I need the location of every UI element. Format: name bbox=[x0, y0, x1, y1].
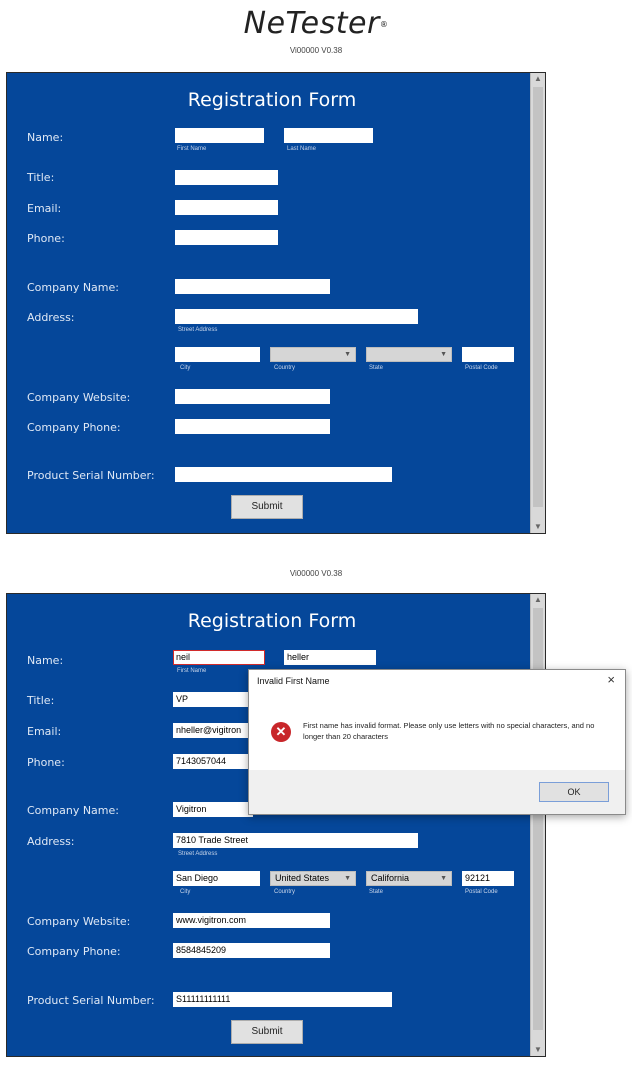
scroll-down-arrow-icon[interactable]: ▼ bbox=[531, 1044, 545, 1056]
company-website-input[interactable]: www.vigitron.com bbox=[173, 913, 330, 928]
form-title: Registration Form bbox=[187, 610, 357, 632]
scrollbar[interactable]: ▲ ▼ bbox=[530, 73, 545, 533]
error-icon: ✕ bbox=[271, 722, 291, 742]
company-phone-input[interactable] bbox=[175, 419, 330, 434]
last-name-input[interactable] bbox=[284, 128, 373, 143]
registration-form-filled: ▲ ▼ Registration Form Name: neil heller … bbox=[6, 593, 546, 1057]
state-caption: State bbox=[369, 365, 384, 371]
scroll-up-arrow-icon[interactable]: ▲ bbox=[531, 594, 545, 606]
street-address-input[interactable]: 7810 Trade Street bbox=[173, 833, 418, 848]
state-caption: State bbox=[369, 889, 384, 895]
label-company-phone: Company Phone: bbox=[27, 421, 121, 434]
label-company-name: Company Name: bbox=[27, 804, 119, 817]
city-caption: City bbox=[180, 889, 191, 895]
city-input[interactable]: San Diego bbox=[173, 871, 260, 886]
country-select[interactable]: ▼ bbox=[270, 347, 356, 362]
registration-form-empty: ▲ ▼ Registration Form Name: First Name L… bbox=[6, 72, 546, 534]
dialog-title: Invalid First Name bbox=[257, 676, 330, 686]
company-name-input[interactable] bbox=[175, 279, 330, 294]
label-company-phone: Company Phone: bbox=[27, 945, 121, 958]
state-select[interactable]: ▼ bbox=[366, 347, 452, 362]
email-input[interactable] bbox=[175, 200, 278, 215]
label-email: Email: bbox=[27, 202, 62, 215]
label-title: Title: bbox=[27, 694, 55, 707]
submit-button[interactable]: Submit bbox=[231, 495, 303, 519]
chevron-down-icon: ▼ bbox=[344, 875, 351, 882]
country-caption: Country bbox=[274, 889, 296, 895]
submit-button[interactable]: Submit bbox=[231, 1020, 303, 1044]
first-name-input[interactable] bbox=[175, 128, 264, 143]
last-name-input[interactable]: heller bbox=[284, 650, 376, 665]
label-address: Address: bbox=[27, 835, 75, 848]
label-email: Email: bbox=[27, 725, 62, 738]
close-icon[interactable]: × bbox=[607, 672, 615, 687]
label-name: Name: bbox=[27, 654, 64, 667]
last-name-caption: Last Name bbox=[287, 146, 317, 152]
error-dialog: Invalid First Name × ✕ First name has in… bbox=[248, 669, 626, 815]
chevron-down-icon: ▼ bbox=[344, 351, 351, 358]
chevron-down-icon: ▼ bbox=[440, 875, 447, 882]
label-company-name: Company Name: bbox=[27, 281, 119, 294]
company-name-input[interactable]: Vigitron bbox=[173, 802, 253, 817]
street-address-input[interactable] bbox=[175, 309, 418, 324]
first-name-input[interactable]: neil bbox=[173, 650, 265, 665]
logo-text: NeTester bbox=[243, 6, 380, 41]
label-title: Title: bbox=[27, 171, 55, 184]
form-title: Registration Form bbox=[187, 89, 357, 111]
scrollbar[interactable]: ▲ ▼ bbox=[530, 594, 545, 1056]
scroll-up-arrow-icon[interactable]: ▲ bbox=[531, 73, 545, 85]
first-name-caption: First Name bbox=[177, 668, 207, 674]
ok-button[interactable]: OK bbox=[539, 782, 609, 802]
postal-code-input[interactable] bbox=[462, 347, 514, 362]
label-phone: Phone: bbox=[27, 756, 65, 769]
state-value: California bbox=[371, 873, 410, 883]
label-company-website: Company Website: bbox=[27, 391, 131, 404]
title-input[interactable]: VP bbox=[173, 692, 253, 707]
street-caption: Street Address bbox=[178, 851, 218, 857]
scroll-down-arrow-icon[interactable]: ▼ bbox=[531, 521, 545, 533]
state-select[interactable]: California ▼ bbox=[366, 871, 452, 886]
company-website-input[interactable] bbox=[175, 389, 330, 404]
label-name: Name: bbox=[27, 131, 64, 144]
country-caption: Country bbox=[274, 365, 296, 371]
label-serial: Product Serial Number: bbox=[27, 469, 155, 482]
email-input[interactable]: nheller@vigitron bbox=[173, 723, 253, 738]
label-phone: Phone: bbox=[27, 232, 65, 245]
chevron-down-icon: ▼ bbox=[440, 351, 447, 358]
country-value: United States bbox=[275, 873, 330, 883]
label-company-website: Company Website: bbox=[27, 915, 131, 928]
phone-input[interactable]: 7143057044 bbox=[173, 754, 253, 769]
version-label: Vi00000 V0.38 bbox=[289, 46, 343, 55]
city-caption: City bbox=[180, 365, 191, 371]
app-logo: NeTester® bbox=[0, 6, 632, 41]
city-input[interactable] bbox=[175, 347, 260, 362]
country-select[interactable]: United States ▼ bbox=[270, 871, 356, 886]
postal-code-input[interactable]: 92121 bbox=[462, 871, 514, 886]
label-address: Address: bbox=[27, 311, 75, 324]
dialog-message: First name has invalid format. Please on… bbox=[303, 721, 595, 741]
serial-number-input[interactable] bbox=[175, 467, 392, 482]
first-name-caption: First Name bbox=[177, 146, 207, 152]
scroll-thumb[interactable] bbox=[533, 87, 543, 507]
version-label: Vi00000 V0.38 bbox=[289, 569, 343, 578]
title-input[interactable] bbox=[175, 170, 278, 185]
street-caption: Street Address bbox=[178, 327, 218, 333]
company-phone-input[interactable]: 8584845209 bbox=[173, 943, 330, 958]
phone-input[interactable] bbox=[175, 230, 278, 245]
label-serial: Product Serial Number: bbox=[27, 994, 155, 1007]
postal-caption: Postal Code bbox=[465, 365, 498, 371]
logo-mark: ® bbox=[379, 20, 389, 29]
postal-caption: Postal Code bbox=[465, 889, 498, 895]
serial-number-input[interactable]: S11111111111 bbox=[173, 992, 392, 1007]
